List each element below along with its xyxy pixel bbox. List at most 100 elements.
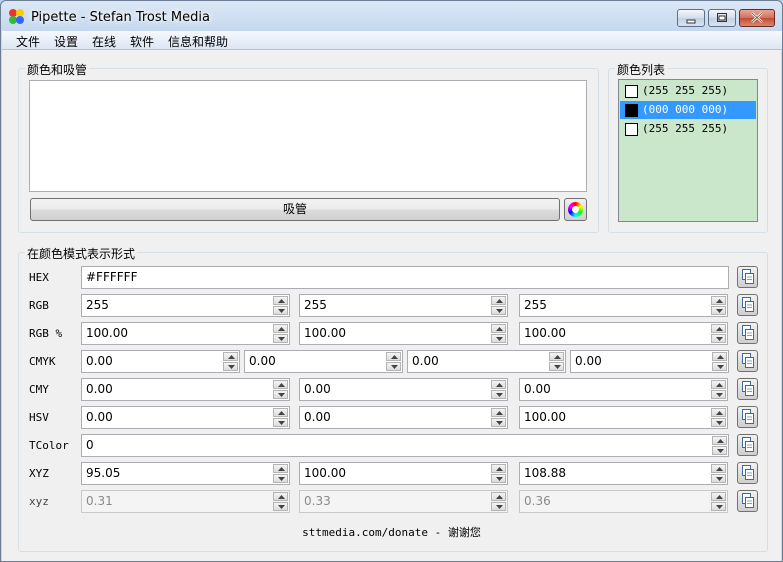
- spin-up-button[interactable]: [273, 492, 288, 501]
- spin-down-button[interactable]: [549, 362, 564, 371]
- spin-down-button[interactable]: [273, 306, 288, 315]
- spin-up-button[interactable]: [273, 380, 288, 389]
- model-value-field[interactable]: 100.00: [519, 322, 728, 345]
- model-value-field[interactable]: 0: [81, 434, 729, 457]
- minimize-button[interactable]: [677, 9, 705, 27]
- spin-up-button[interactable]: [711, 324, 726, 333]
- copy-button[interactable]: [737, 434, 758, 456]
- model-value-field[interactable]: 0.33: [299, 490, 508, 513]
- model-value-field[interactable]: 255: [519, 294, 728, 317]
- menu-settings[interactable]: 设置: [54, 33, 78, 50]
- spin-down-button[interactable]: [491, 390, 506, 399]
- spin-up-button[interactable]: [711, 492, 726, 501]
- spin-down-button[interactable]: [711, 334, 726, 343]
- color-list[interactable]: (255 255 255) (000 000 000) (255 255 255…: [618, 79, 758, 222]
- spin-up-button[interactable]: [491, 380, 506, 389]
- copy-button[interactable]: [737, 350, 758, 372]
- spin-up-button[interactable]: [223, 352, 238, 361]
- menu-info-help[interactable]: 信息和帮助: [168, 33, 228, 50]
- menu-online[interactable]: 在线: [92, 33, 116, 50]
- spin-down-button[interactable]: [711, 306, 726, 315]
- copy-button[interactable]: [737, 294, 758, 316]
- spin-up-button[interactable]: [273, 464, 288, 473]
- spin-down-button[interactable]: [711, 474, 726, 483]
- copy-button[interactable]: [737, 490, 758, 512]
- model-value-field[interactable]: 100.00: [299, 322, 508, 345]
- model-value-field[interactable]: 0.00: [299, 378, 508, 401]
- model-value-field[interactable]: 0.00: [407, 350, 566, 373]
- spin-down-button[interactable]: [711, 390, 726, 399]
- model-value-field[interactable]: 100.00: [519, 406, 728, 429]
- spin-up-button[interactable]: [491, 296, 506, 305]
- model-value-field[interactable]: 255: [299, 294, 508, 317]
- color-preview-area[interactable]: [29, 80, 587, 192]
- copy-button[interactable]: [737, 378, 758, 400]
- spin-up-button[interactable]: [711, 408, 726, 417]
- model-value-field[interactable]: 95.05: [81, 462, 290, 485]
- model-value-field[interactable]: 0.00: [81, 350, 240, 373]
- spin-up-button[interactable]: [386, 352, 401, 361]
- model-value-field[interactable]: 100.00: [81, 322, 290, 345]
- copy-button[interactable]: [737, 322, 758, 344]
- spin-down-button[interactable]: [223, 362, 238, 371]
- spin-up-button[interactable]: [712, 436, 727, 445]
- copy-button[interactable]: [737, 462, 758, 484]
- spin-down-button[interactable]: [712, 446, 727, 455]
- copy-button[interactable]: [737, 406, 758, 428]
- menu-software[interactable]: 软件: [130, 33, 154, 50]
- spin-down-button[interactable]: [273, 474, 288, 483]
- spin-down-button[interactable]: [711, 418, 726, 427]
- spin-down-button[interactable]: [273, 390, 288, 399]
- model-value-field[interactable]: 0.31: [81, 490, 290, 513]
- spin-up-button[interactable]: [273, 324, 288, 333]
- spin-up-button[interactable]: [491, 408, 506, 417]
- spin-down-button[interactable]: [273, 502, 288, 511]
- close-button[interactable]: [739, 9, 775, 27]
- color-list-item[interactable]: (255 255 255): [620, 120, 756, 138]
- model-value-field[interactable]: 0.00: [81, 378, 290, 401]
- spin-down-button[interactable]: [273, 418, 288, 427]
- menu-file[interactable]: 文件: [16, 33, 40, 50]
- eyedropper-button[interactable]: 吸管: [30, 198, 560, 221]
- color-list-item[interactable]: (255 255 255): [620, 82, 756, 100]
- spinner: [711, 324, 726, 343]
- spin-down-button[interactable]: [711, 502, 726, 511]
- color-wheel-button[interactable]: [564, 198, 587, 221]
- spin-down-button[interactable]: [491, 474, 506, 483]
- donate-link[interactable]: sttmedia.com/donate - 谢谢您: [2, 524, 781, 540]
- model-value-field[interactable]: 0.00: [81, 406, 290, 429]
- spin-up-button[interactable]: [273, 296, 288, 305]
- spin-up-button[interactable]: [711, 464, 726, 473]
- spin-up-button[interactable]: [491, 324, 506, 333]
- client-area: 颜色和吸管 吸管 颜色列表 (255 255 255) (000 000 000…: [2, 50, 781, 561]
- model-value-field[interactable]: #FFFFFF: [81, 266, 729, 289]
- spin-up-button[interactable]: [491, 492, 506, 501]
- spin-up-button[interactable]: [491, 464, 506, 473]
- model-value-field[interactable]: 0.00: [519, 378, 728, 401]
- color-list-item[interactable]: (000 000 000): [620, 101, 756, 119]
- model-value-field[interactable]: 108.88: [519, 462, 728, 485]
- maximize-button[interactable]: [708, 9, 736, 27]
- model-value-field[interactable]: 100.00: [299, 462, 508, 485]
- spin-up-button[interactable]: [712, 352, 727, 361]
- copy-button[interactable]: [737, 266, 758, 288]
- title-bar[interactable]: Pipette - Stefan Trost Media: [1, 1, 782, 31]
- model-value-field[interactable]: 0.00: [244, 350, 403, 373]
- color-swatch: [625, 104, 638, 117]
- spin-down-button[interactable]: [273, 334, 288, 343]
- spin-down-button[interactable]: [386, 362, 401, 371]
- spin-down-button[interactable]: [491, 306, 506, 315]
- spin-up-button[interactable]: [711, 296, 726, 305]
- model-value-field[interactable]: 0.36: [519, 490, 728, 513]
- model-value-field[interactable]: 0.00: [570, 350, 729, 373]
- spin-up-button[interactable]: [711, 380, 726, 389]
- spin-down-button[interactable]: [491, 502, 506, 511]
- spin-down-button[interactable]: [491, 334, 506, 343]
- model-value-field[interactable]: 255: [81, 294, 290, 317]
- spin-down-button[interactable]: [491, 418, 506, 427]
- spin-down-button[interactable]: [712, 362, 727, 371]
- spin-up-button[interactable]: [273, 408, 288, 417]
- spinner: [491, 296, 506, 315]
- model-value-field[interactable]: 0.00: [299, 406, 508, 429]
- spin-up-button[interactable]: [549, 352, 564, 361]
